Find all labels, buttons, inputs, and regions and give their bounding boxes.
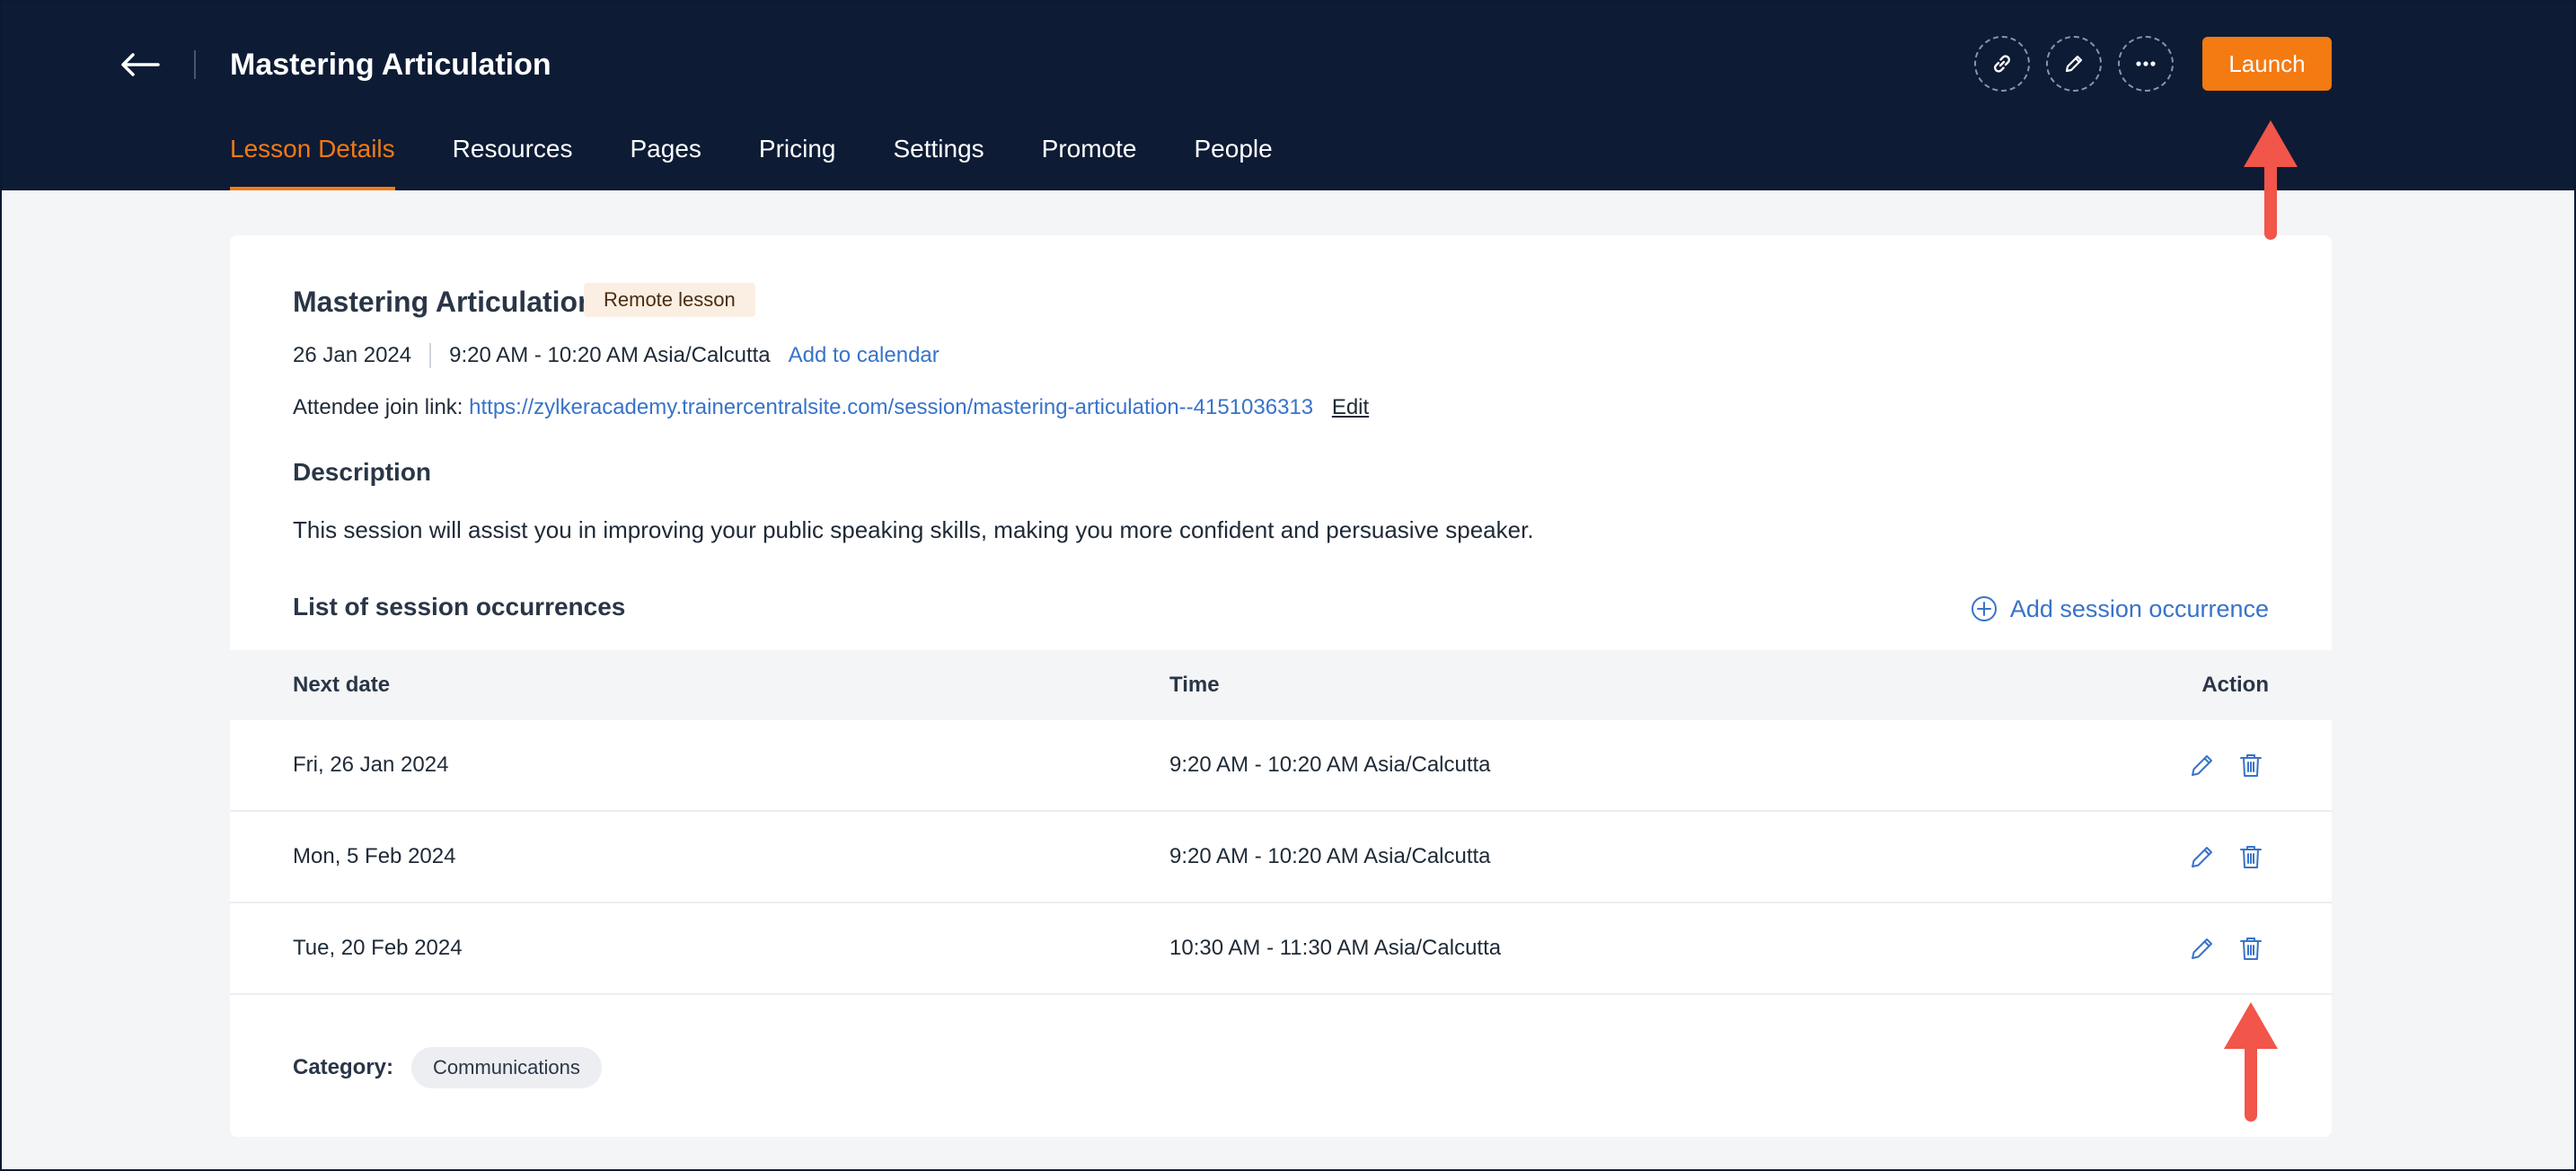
category-label: Category: [293,1055,394,1079]
category-row: Category: Communications [293,1047,602,1088]
edit-join-link[interactable]: Edit [1332,395,1369,419]
edit-occurrence-button[interactable] [2184,747,2220,783]
back-arrow-icon [121,53,160,76]
occurrences-table: Next date Time Action Fri, 26 Jan 2024 9… [230,650,2332,995]
table-row: Mon, 5 Feb 2024 9:20 AM - 10:20 AM Asia/… [230,812,2332,903]
category-chip: Communications [411,1047,602,1088]
lesson-title: Mastering Articulation [293,286,595,318]
title-divider [194,50,196,79]
annotation-arrow-icon [2244,120,2298,240]
tab-resources[interactable]: Resources [453,128,573,190]
description-text: This session will assist you in improvin… [293,516,1534,543]
table-row: Fri, 26 Jan 2024 9:20 AM - 10:20 AM Asia… [230,720,2332,812]
row-time: 10:30 AM - 11:30 AM Asia/Calcutta [1169,936,1502,960]
row-time: 9:20 AM - 10:20 AM Asia/Calcutta [1169,753,1491,777]
plus-circle-icon [1971,596,1997,621]
table-header: Next date Time Action [230,650,2332,720]
add-session-occurrence-button[interactable]: Add session occurrence [1971,591,2269,627]
header-actions: Launch [1974,36,2332,92]
annotation-arrow-icon [2224,1002,2278,1122]
lesson-schedule: 26 Jan 2024 9:20 AM - 10:20 AM Asia/Calc… [293,338,940,374]
link-icon [1994,55,2010,73]
delete-occurrence-button[interactable] [2233,839,2269,875]
column-time: Time [1169,673,1220,697]
column-next-date: Next date [293,673,391,697]
tab-pricing[interactable]: Pricing [759,128,836,190]
add-session-occurrence-label: Add session occurrence [2009,594,2269,622]
table-row: Tue, 20 Feb 2024 10:30 AM - 11:30 AM Asi… [230,903,2332,995]
more-options-button[interactable] [2118,36,2174,92]
pencil-icon [2192,847,2212,867]
row-actions [2098,839,2332,875]
edit-lesson-button[interactable] [2046,36,2102,92]
copy-link-button[interactable] [1974,36,2030,92]
column-action: Action [2201,673,2269,697]
lesson-type-badge: Remote lesson [584,283,755,317]
add-to-calendar-link[interactable]: Add to calendar [789,343,940,368]
row-actions [2098,747,2332,783]
attendee-join-row: Attendee join link: https://zylkeracadem… [293,390,1369,426]
delete-occurrence-button[interactable] [2233,747,2269,783]
row-date: Fri, 26 Jan 2024 [293,753,449,777]
schedule-divider [429,343,432,368]
pencil-icon [2065,55,2083,73]
row-time: 9:20 AM - 10:20 AM Asia/Calcutta [1169,844,1491,868]
tab-lesson-details[interactable]: Lesson Details [230,128,395,190]
more-icon [2136,61,2156,66]
pencil-icon [2192,755,2212,776]
trash-icon [2240,754,2262,777]
delete-occurrence-button[interactable] [2233,930,2269,966]
tab-people[interactable]: People [1195,128,1273,190]
back-button[interactable] [115,43,165,86]
pencil-icon [2192,938,2212,959]
lesson-details-card: Mastering Articulation Remote lesson 26 … [230,235,2332,1137]
trash-icon [2240,846,2262,868]
description-heading: Description [293,458,432,486]
lesson-date: 26 Jan 2024 [293,343,412,367]
lesson-time: 9:20 AM - 10:20 AM Asia/Calcutta [449,343,771,367]
tab-pages[interactable]: Pages [631,128,701,190]
occurrences-heading: List of session occurrences [293,593,626,621]
page-title: Mastering Articulation [230,48,551,82]
trash-icon [2240,938,2262,960]
join-link-label: Attendee join link: [293,395,463,419]
row-date: Tue, 20 Feb 2024 [293,936,463,960]
tab-settings[interactable]: Settings [894,128,984,190]
top-header: Mastering Articulation Launch Lesson Det… [0,0,2576,190]
edit-occurrence-button[interactable] [2184,839,2220,875]
tab-promote[interactable]: Promote [1042,128,1137,190]
attendee-join-link[interactable]: https://zylkeracademy.trainercentralsite… [469,395,1313,419]
edit-occurrence-button[interactable] [2184,930,2220,966]
row-actions [2098,930,2332,966]
tab-bar: Lesson Details Resources Pages Pricing S… [230,128,1330,190]
launch-button[interactable]: Launch [2202,37,2332,91]
row-date: Mon, 5 Feb 2024 [293,844,456,868]
